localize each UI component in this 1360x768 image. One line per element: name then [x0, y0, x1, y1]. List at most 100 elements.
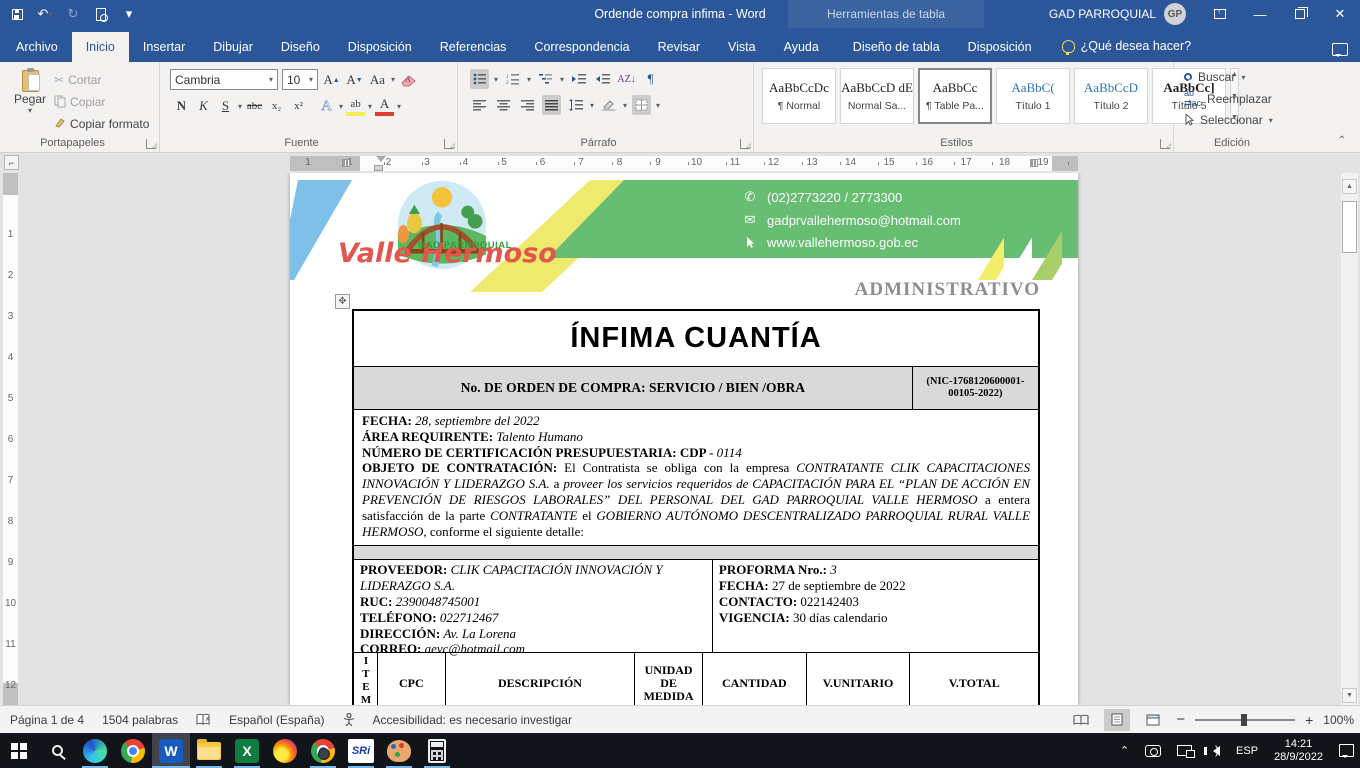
zoom-level[interactable]: 100%: [1323, 713, 1354, 727]
style-titulo-1[interactable]: AaBbC(Título 1: [996, 68, 1070, 124]
borders-button[interactable]: [632, 95, 651, 115]
sort-button[interactable]: AZ↓: [617, 69, 636, 89]
word-count[interactable]: 1504 palabras: [102, 713, 178, 727]
tab-ayuda[interactable]: Ayuda: [770, 32, 833, 62]
print-layout-icon[interactable]: [1104, 709, 1130, 731]
vertical-scrollbar[interactable]: ▲ ▼: [1341, 173, 1358, 705]
paragraph-dialog-launcher[interactable]: [740, 139, 750, 149]
cut-button[interactable]: ✂Cortar: [54, 69, 149, 90]
shading-button[interactable]: [599, 95, 618, 115]
col-v-total[interactable]: V.TOTAL: [909, 653, 1038, 705]
ribbon-display-options-icon[interactable]: [1200, 0, 1240, 28]
keyboard-language[interactable]: ESP: [1230, 733, 1264, 768]
replace-button[interactable]: ab⇄acReemplazar: [1184, 88, 1304, 109]
meet-now-icon[interactable]: [1139, 733, 1167, 768]
order-nic-code[interactable]: (NIC-1768120600001-00105-2022): [912, 367, 1038, 409]
accessibility-icon[interactable]: [343, 713, 355, 726]
clipboard-dialog-launcher[interactable]: [146, 139, 156, 149]
clock[interactable]: 14:2128/9/2022: [1268, 733, 1329, 768]
underline-button[interactable]: S: [216, 96, 235, 116]
style-titulo-2[interactable]: AaBbCcDTítulo 2: [1074, 68, 1148, 124]
col-cpc[interactable]: CPC: [377, 653, 445, 705]
strikethrough-button[interactable]: abc: [245, 96, 264, 116]
action-center-icon[interactable]: [1333, 733, 1360, 768]
restore-icon[interactable]: [1280, 0, 1320, 28]
bold-button[interactable]: N: [172, 96, 191, 116]
proofing-icon[interactable]: ✗: [196, 713, 211, 726]
styles-dialog-launcher[interactable]: [1160, 139, 1170, 149]
taskbar-word[interactable]: W: [152, 733, 190, 768]
col-unidad-medida[interactable]: UNIDAD DE MEDIDA: [634, 653, 702, 705]
taskbar-search-button[interactable]: [38, 733, 76, 768]
font-size-select[interactable]: 10▾: [282, 69, 318, 90]
tab-archivo[interactable]: Archivo: [2, 32, 72, 62]
taskbar-file-explorer[interactable]: [190, 733, 228, 768]
comment-icon[interactable]: [1332, 43, 1348, 56]
tab-diseno[interactable]: Diseño: [267, 32, 334, 62]
text-effects-button[interactable]: A: [317, 96, 336, 116]
taskbar-calculator[interactable]: [418, 733, 456, 768]
avatar[interactable]: GP: [1164, 3, 1186, 25]
superscript-button[interactable]: x²: [289, 96, 308, 116]
tab-disposicion[interactable]: Disposición: [334, 32, 426, 62]
show-marks-button[interactable]: ¶: [641, 69, 660, 89]
table-column-marker-right[interactable]: [1030, 159, 1038, 167]
hanging-indent-marker[interactable]: [374, 165, 383, 171]
save-icon[interactable]: [8, 5, 26, 23]
taskbar-paint[interactable]: [380, 733, 418, 768]
account-name[interactable]: GAD PARROQUIAL: [1049, 7, 1156, 21]
tell-me-box[interactable]: ¿Qué desea hacer?: [1062, 39, 1192, 62]
italic-button[interactable]: K: [194, 96, 213, 116]
table-column-marker[interactable]: [342, 159, 350, 167]
customize-qat-icon[interactable]: ▾: [120, 5, 138, 23]
language-indicator[interactable]: Español (España): [229, 713, 324, 727]
taskbar-firefox[interactable]: [266, 733, 304, 768]
undo-icon[interactable]: ↶▾: [36, 5, 54, 23]
tab-dibujar[interactable]: Dibujar: [199, 32, 267, 62]
taskbar-chrome-profile[interactable]: [304, 733, 342, 768]
tab-revisar[interactable]: Revisar: [644, 32, 714, 62]
style-normal-sa[interactable]: AaBbCcD dENormal Sa...: [840, 68, 914, 124]
scroll-up-icon[interactable]: ▲: [1342, 179, 1357, 194]
taskbar-chrome[interactable]: [114, 733, 152, 768]
font-color-button[interactable]: A: [375, 96, 394, 116]
align-left-button[interactable]: [470, 95, 489, 115]
change-case-button[interactable]: Aa: [368, 70, 387, 90]
copy-button[interactable]: Copiar: [54, 91, 149, 112]
tab-selector[interactable]: ⌐: [4, 155, 19, 170]
web-layout-icon[interactable]: [1140, 709, 1166, 731]
read-mode-icon[interactable]: [1068, 709, 1094, 731]
taskbar-sri[interactable]: SRi: [342, 733, 380, 768]
paste-button[interactable]: Pegar▾: [8, 66, 52, 134]
taskbar-excel[interactable]: X: [228, 733, 266, 768]
order-number-label[interactable]: No. DE ORDEN DE COMPRA: SERVICIO / BIEN …: [354, 367, 912, 409]
zoom-slider[interactable]: [1195, 719, 1295, 721]
numbering-button[interactable]: 12: [503, 69, 522, 89]
format-painter-button[interactable]: Copiar formato: [54, 113, 149, 134]
clear-formatting-button[interactable]: A: [399, 70, 418, 90]
col-item[interactable]: ITEM: [354, 653, 377, 705]
grow-font-button[interactable]: A▲: [322, 70, 341, 90]
align-center-button[interactable]: [494, 95, 513, 115]
select-button[interactable]: Seleccionar▾: [1184, 113, 1304, 127]
font-family-select[interactable]: Cambria▾: [170, 69, 278, 90]
print-preview-icon[interactable]: [92, 5, 110, 23]
tab-diseno-de-tabla[interactable]: Diseño de tabla: [839, 32, 954, 62]
tab-correspondencia[interactable]: Correspondencia: [520, 32, 643, 62]
order-fields[interactable]: FECHA: 28, septiembre del 2022 ÁREA REQU…: [354, 410, 1038, 545]
scroll-down-icon[interactable]: ▼: [1342, 688, 1357, 703]
page-indicator[interactable]: Página 1 de 4: [10, 713, 84, 727]
redo-icon[interactable]: ↻: [64, 5, 82, 23]
tab-inicio[interactable]: Inicio: [72, 32, 129, 62]
col-cantidad[interactable]: CANTIDAD: [702, 653, 806, 705]
volume-icon[interactable]: [1202, 733, 1226, 768]
document-page[interactable]: ✆(02)2773220 / 2773300 ✉gadprvallehermos…: [290, 173, 1078, 705]
proforma-cell[interactable]: PROFORMA Nro.: 3 FECHA: 27 de septiembre…: [712, 560, 1038, 652]
provider-cell[interactable]: PROVEEDOR: CLIK CAPACITACIÓN INNOVACIÓN …: [354, 560, 712, 652]
tab-vista[interactable]: Vista: [714, 32, 770, 62]
collapse-ribbon-icon[interactable]: ⌃: [1338, 135, 1346, 146]
zoom-in-icon[interactable]: +: [1305, 712, 1313, 728]
decrease-indent-button[interactable]: [569, 69, 588, 89]
zoom-out-icon[interactable]: −: [1176, 711, 1185, 728]
line-spacing-button[interactable]: [566, 95, 585, 115]
